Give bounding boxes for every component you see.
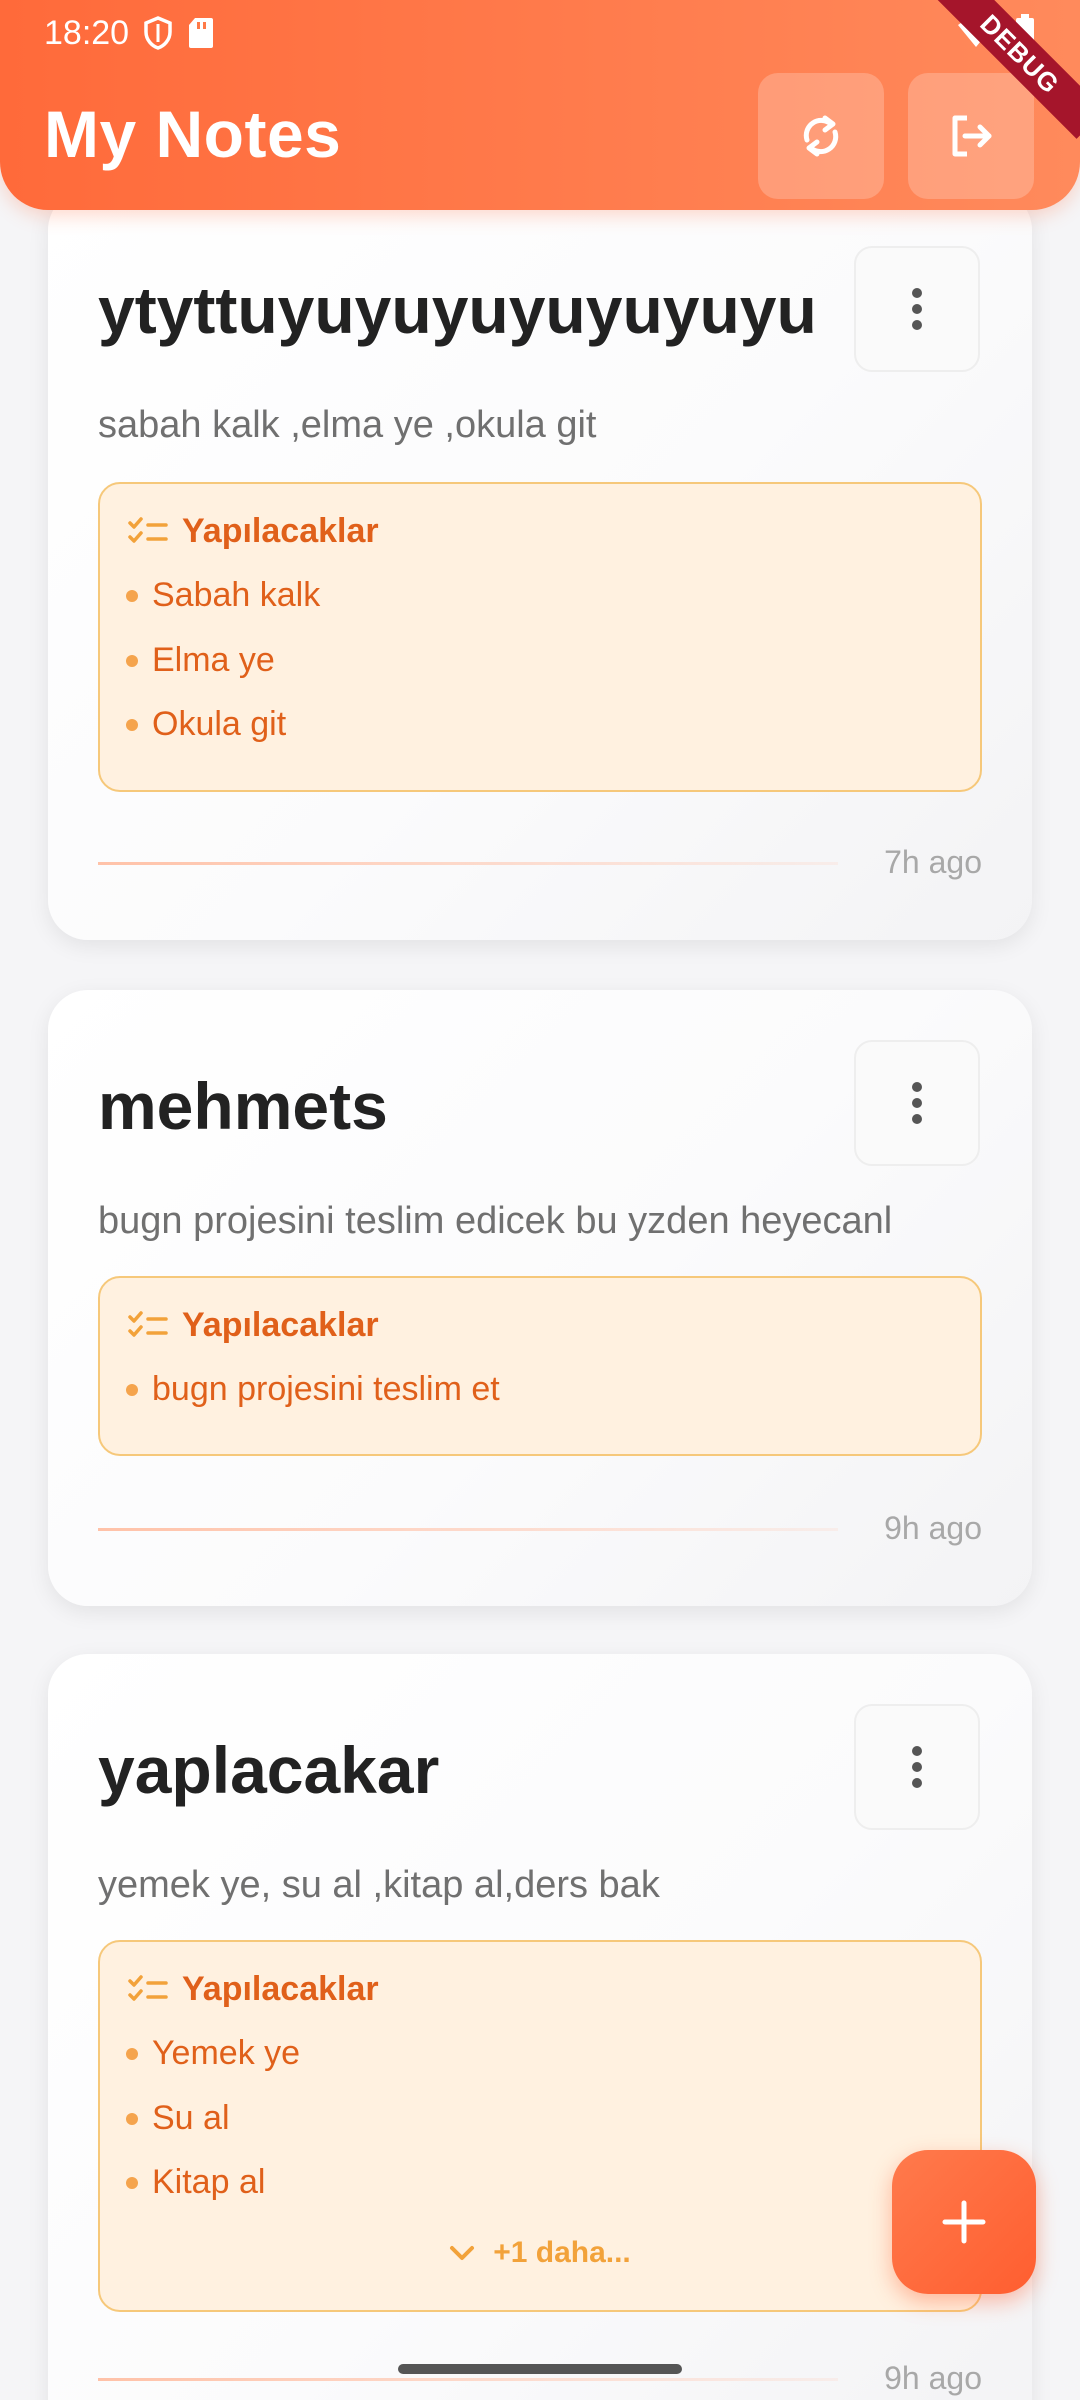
todo-item: Su al	[126, 2099, 230, 2138]
note-card[interactable]: mehmets bugn projesini teslim edicek bu …	[48, 990, 1032, 1606]
todo-item-label: bugn projesini teslim et	[152, 1370, 500, 1408]
bullet-icon	[126, 1383, 138, 1396]
bullet-icon	[126, 2047, 138, 2060]
more-vert-icon	[912, 288, 922, 330]
bullet-icon	[126, 654, 138, 667]
more-vert-icon	[912, 1082, 922, 1124]
note-timestamp: 7h ago	[884, 844, 982, 880]
checklist-icon	[128, 516, 168, 543]
todo-header-label: Yapılacaklar	[182, 1306, 379, 1344]
sync-button[interactable]	[758, 73, 884, 199]
note-title: yaplacakar	[98, 1733, 440, 1807]
todo-header-label: Yapılacaklar	[182, 512, 379, 550]
todo-list: Yapılacaklar Sabah kalk Elma ye Okula gi…	[98, 482, 982, 792]
todo-item-label: Okula git	[152, 705, 287, 743]
app-bar: 18:20 My Notes	[0, 0, 1080, 210]
note-title: mehmets	[98, 1069, 388, 1143]
note-description: sabah kalk ,elma ye ,okula git	[98, 404, 597, 446]
checklist-icon	[128, 1310, 168, 1337]
todo-header: Yapılacaklar	[128, 1306, 379, 1345]
todo-header-label: Yapılacaklar	[182, 1970, 379, 2008]
note-card[interactable]: yaplacakar yemek ye, su al ,kitap al,der…	[48, 1654, 1032, 2400]
note-menu-button[interactable]	[854, 1040, 980, 1166]
todo-item-label: Elma ye	[152, 641, 275, 679]
page-title: My Notes	[44, 97, 342, 171]
todo-header: Yapılacaklar	[128, 512, 379, 551]
todo-item: Okula git	[126, 705, 286, 744]
checklist-icon	[128, 1974, 168, 2001]
divider	[98, 862, 838, 865]
note-menu-button[interactable]	[854, 1704, 980, 1830]
note-description: yemek ye, su al ,kitap al,ders bak	[98, 1864, 660, 1906]
note-menu-button[interactable]	[854, 246, 980, 372]
chevron-down-icon	[450, 2246, 475, 2260]
show-more-link[interactable]: +1 daha...	[100, 2236, 980, 2270]
todo-item: Elma ye	[126, 641, 275, 680]
todo-item-label: Yemek ye	[152, 2034, 301, 2072]
todo-item: Kitap al	[126, 2163, 265, 2202]
todo-item-label: Sabah kalk	[152, 576, 321, 614]
add-note-button[interactable]	[892, 2150, 1036, 2294]
note-timestamp: 9h ago	[884, 2360, 982, 2396]
note-description: bugn projesini teslim edicek bu yzden he…	[98, 1200, 893, 1242]
bullet-icon	[126, 2112, 138, 2125]
logout-icon	[952, 115, 992, 157]
todo-item: Sabah kalk	[126, 576, 320, 615]
todo-list: Yapılacaklar Yemek ye Su al Kitap al +1 …	[98, 1940, 982, 2312]
sync-icon	[803, 115, 839, 157]
bullet-icon	[126, 589, 138, 602]
todo-item-label: Su al	[152, 2099, 230, 2137]
add-icon	[942, 2200, 986, 2244]
bullet-icon	[126, 2176, 138, 2189]
status-time: 18:20	[44, 13, 130, 52]
home-indicator[interactable]	[398, 2364, 682, 2374]
more-vert-icon	[912, 1746, 922, 1788]
bullet-icon	[126, 718, 138, 731]
status-bar: 18:20	[44, 8, 1036, 58]
logout-button[interactable]	[908, 73, 1034, 199]
note-title: ytyttuyuyuyuyuyuyuyu	[98, 273, 817, 347]
todo-list: Yapılacaklar bugn projesini teslim et	[98, 1276, 982, 1456]
shield-icon	[144, 16, 172, 50]
todo-item: Yemek ye	[126, 2034, 300, 2073]
todo-item: bugn projesini teslim et	[126, 1370, 500, 1409]
divider	[98, 2378, 838, 2381]
show-more-label: +1 daha...	[493, 2236, 631, 2269]
note-timestamp: 9h ago	[884, 1510, 982, 1546]
todo-item-label: Kitap al	[152, 2163, 266, 2201]
divider	[98, 1528, 838, 1531]
todo-header: Yapılacaklar	[128, 1970, 379, 2009]
note-card[interactable]: ytyttuyuyuyuyuyuyuyu sabah kalk ,elma ye…	[48, 190, 1032, 940]
sd-card-icon	[189, 18, 214, 48]
